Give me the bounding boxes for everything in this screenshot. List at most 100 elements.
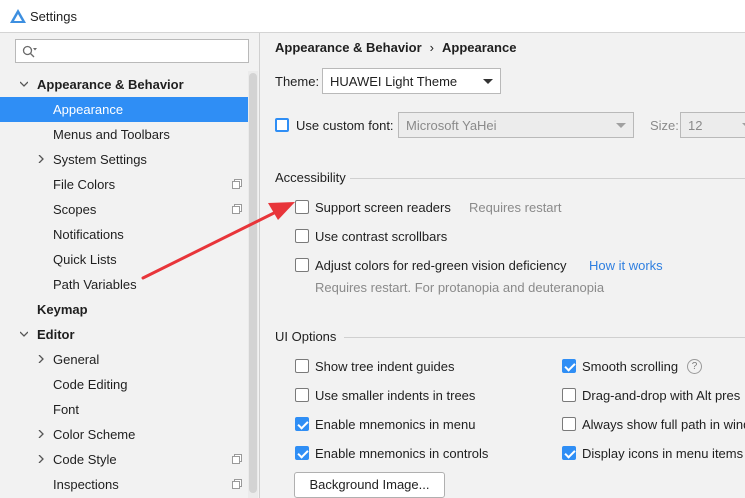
show-tree-indent-guides-checkbox[interactable] [295,359,309,373]
sidebar-item-label: Font [53,402,80,417]
project-scope-icon [232,204,242,214]
theme-label: Theme: [275,74,320,89]
chevron-down-icon [483,79,493,84]
font-value: Microsoft YaHei [406,118,497,133]
sidebar-item-label: Editor [37,327,75,342]
screen-readers-label[interactable]: Support screen readers [315,200,451,215]
chevron-right-icon[interactable] [37,355,45,363]
enable-mnemonics-in-controls-checkbox[interactable] [295,446,309,460]
font-select[interactable]: Microsoft YaHei [398,112,634,138]
font-size-value: 12 [688,118,703,133]
show-tree-indent-guides-label[interactable]: Show tree indent guides [315,359,454,374]
font-size-label: Size: [650,118,679,133]
sidebar-item-label: Appearance & Behavior [37,77,184,92]
chevron-down-icon[interactable] [20,330,28,338]
search-icon [22,45,37,58]
custom-font-checkbox[interactable] [275,118,289,132]
theme-select[interactable]: HUAWEI Light Theme [322,68,501,94]
sidebar-item-file-colors[interactable]: File Colors [0,172,258,197]
color-deficiency-label[interactable]: Adjust colors for red-green vision defic… [315,258,566,273]
chevron-down-icon[interactable] [20,80,28,88]
breadcrumb-parent[interactable]: Appearance & Behavior [275,40,422,55]
sidebar-item-color-scheme[interactable]: Color Scheme [0,422,258,447]
breadcrumb-separator: › [429,40,435,55]
enable-mnemonics-in-menu-label[interactable]: Enable mnemonics in menu [315,417,475,432]
custom-font-label[interactable]: Use custom font: [296,118,394,133]
sidebar-item-label: Path Variables [53,277,137,292]
chevron-right-icon[interactable] [37,430,45,438]
contrast-scrollbars-label[interactable]: Use contrast scrollbars [315,229,447,244]
sidebar-item-label: File Colors [53,177,116,192]
sidebar-item-label: Appearance [53,102,124,117]
sidebar-item-scopes[interactable]: Scopes [0,197,258,222]
always-show-full-path-in-wind-checkbox[interactable] [562,417,576,431]
sidebar-item-label: Inspections [53,477,119,492]
display-icons-in-menu-items-label[interactable]: Display icons in menu items [582,446,743,461]
project-scope-icon [232,479,242,489]
app-logo-icon [10,9,26,23]
drag-and-drop-with-alt-pres-label[interactable]: Drag-and-drop with Alt pres [582,388,740,403]
sidebar-item-font[interactable]: Font [0,397,258,422]
color-deficiency-checkbox[interactable] [295,258,309,272]
use-smaller-indents-in-trees-checkbox[interactable] [295,388,309,402]
sidebar-item-label: Code Editing [53,377,128,392]
breadcrumb: Appearance & Behavior › Appearance [275,40,516,55]
how-it-works-link[interactable]: How it works [589,258,663,273]
sidebar-item-inspections[interactable]: Inspections [0,472,258,497]
sidebar-item-notifications[interactable]: Notifications [0,222,258,247]
enable-mnemonics-in-menu-checkbox[interactable] [295,417,309,431]
sidebar-item-appearance[interactable]: Appearance [0,97,258,122]
ui-options-section-title: UI Options [275,329,337,344]
screen-readers-checkbox[interactable] [295,200,309,214]
sidebar-item-label: Menus and Toolbars [53,127,170,142]
section-divider [350,178,745,179]
sidebar-item-keymap[interactable]: Keymap [0,297,258,322]
section-divider [344,337,745,338]
sidebar-item-editor[interactable]: Editor [0,322,258,347]
project-scope-icon [232,454,242,464]
settings-tree: Appearance & Behavior Appearance Menus and… [0,72,258,497]
sidebar-item-label: System Settings [53,152,147,167]
project-scope-icon [232,179,242,189]
sidebar-scroll-thumb[interactable] [249,73,257,493]
sidebar-item-label: Quick Lists [53,252,117,267]
window-title: Settings [30,9,77,24]
font-size-select[interactable]: 12 [680,112,745,138]
chevron-down-icon [616,123,626,128]
sidebar-item-label: Notifications [53,227,124,242]
settings-search[interactable] [15,39,249,63]
sidebar-item-label: Code Style [53,452,117,467]
sidebar-item-code-style[interactable]: Code Style [0,447,258,472]
chevron-right-icon[interactable] [37,455,45,463]
background-image-button[interactable]: Background Image... [294,472,445,498]
sidebar-item-label: Scopes [53,202,97,217]
sidebar-item-general[interactable]: General [0,347,258,372]
sidebar-item-label: Color Scheme [53,427,136,442]
sidebar-item-label: General [53,352,100,367]
smooth-scrolling-checkbox[interactable] [562,359,576,373]
accessibility-section-title: Accessibility [275,170,346,185]
contrast-scrollbars-checkbox[interactable] [295,229,309,243]
smooth-scrolling-label[interactable]: Smooth scrolling [582,359,678,374]
display-icons-in-menu-items-checkbox[interactable] [562,446,576,460]
sidebar-item-menus-and-toolbars[interactable]: Menus and Toolbars [0,122,258,147]
color-deficiency-hint: Requires restart. For protanopia and deu… [315,280,605,295]
sidebar-item-appearance-behavior[interactable]: Appearance & Behavior [0,72,258,97]
title-bar: Settings [0,0,745,33]
always-show-full-path-in-wind-label[interactable]: Always show full path in wind [582,417,745,432]
drag-and-drop-with-alt-pres-checkbox[interactable] [562,388,576,402]
help-icon[interactable]: ? [687,359,702,374]
search-input[interactable] [44,42,248,62]
use-smaller-indents-in-trees-label[interactable]: Use smaller indents in trees [315,388,475,403]
sidebar-item-quick-lists[interactable]: Quick Lists [0,247,258,272]
chevron-right-icon[interactable] [37,155,45,163]
sidebar-item-label: Keymap [37,302,88,317]
theme-value: HUAWEI Light Theme [330,74,458,89]
screen-readers-hint: Requires restart [469,200,562,215]
settings-sidebar: Appearance & Behavior Appearance Menus and… [0,33,260,498]
sidebar-item-code-editing[interactable]: Code Editing [0,372,258,397]
sidebar-item-system-settings[interactable]: System Settings [0,147,258,172]
enable-mnemonics-in-controls-label[interactable]: Enable mnemonics in controls [315,446,488,461]
breadcrumb-current: Appearance [442,40,517,55]
sidebar-item-path-variables[interactable]: Path Variables [0,272,258,297]
